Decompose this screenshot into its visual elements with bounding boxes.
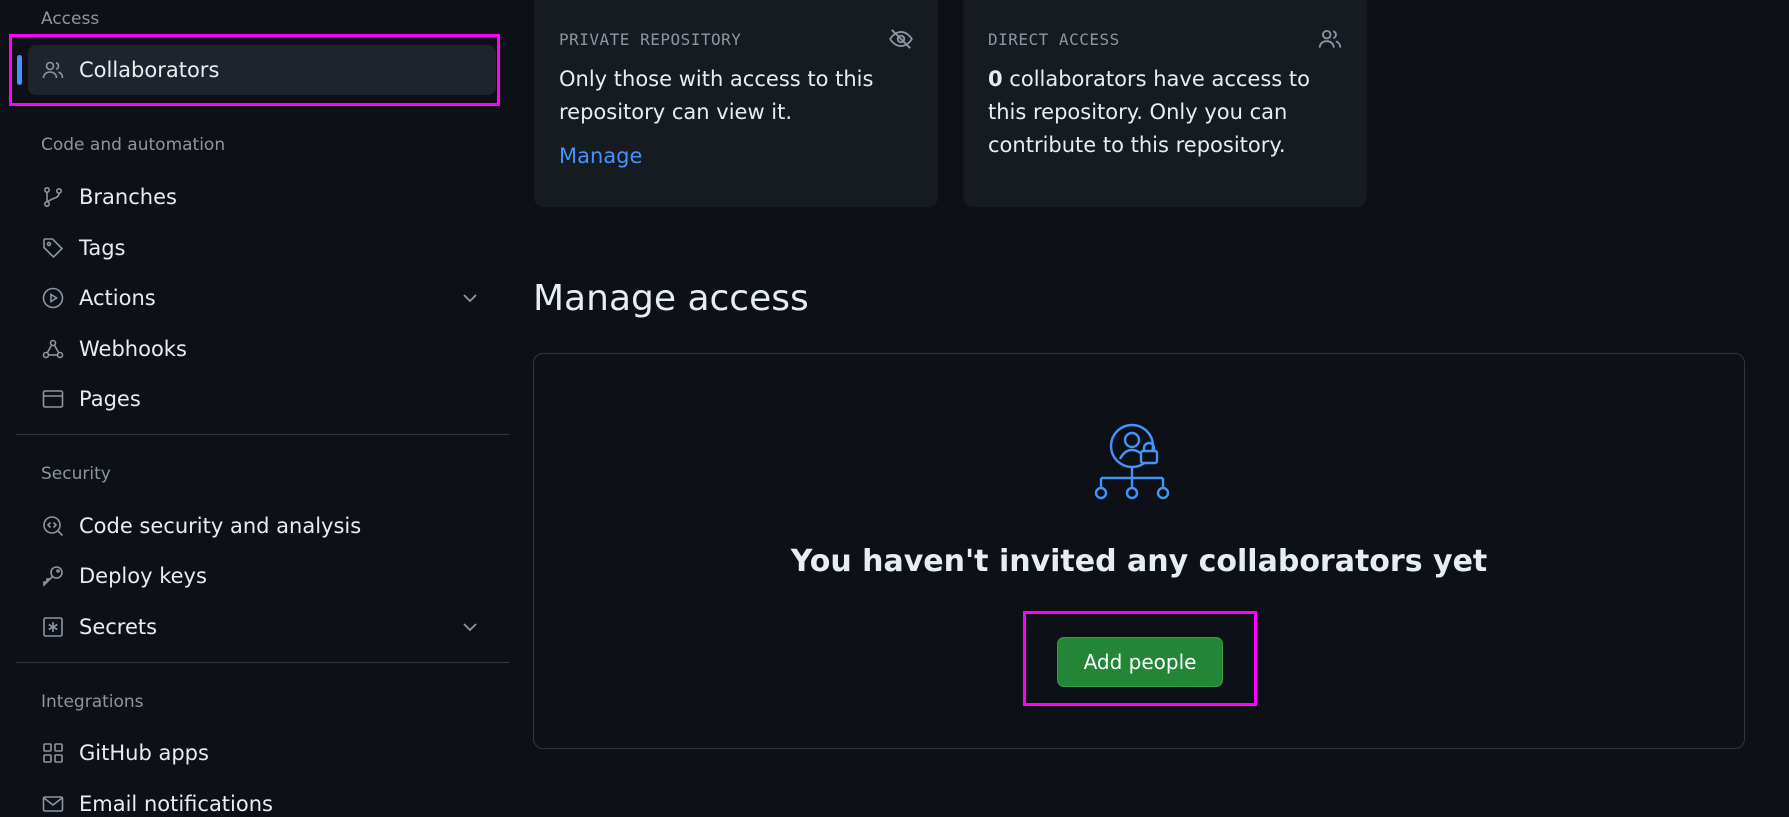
sidebar-item-collaborators[interactable]: Collaborators [17, 45, 496, 95]
add-people-button[interactable]: Add people [1057, 637, 1223, 687]
key-icon [40, 563, 66, 589]
sidebar-item-github-apps[interactable]: GitHub apps [28, 728, 496, 778]
sidebar-item-label: Collaborators [79, 58, 220, 82]
private-repository-card: PRIVATE REPOSITORY Only those with acces… [534, 0, 938, 207]
chevron-down-icon[interactable] [460, 617, 480, 641]
branch-icon [40, 184, 66, 210]
sidebar-item-code-security[interactable]: Code security and analysis [28, 501, 496, 551]
sidebar-item-label: Branches [79, 185, 177, 209]
group-title-code-automation: Code and automation [41, 135, 226, 155]
sidebar-item-actions[interactable]: Actions [28, 273, 496, 323]
sidebar-item-email-notifications[interactable]: Email notifications [28, 779, 496, 817]
group-title-access: Access [41, 9, 100, 29]
people-icon [40, 57, 66, 83]
play-circle-icon [40, 285, 66, 311]
apps-grid-icon [40, 740, 66, 766]
sidebar-item-label: Webhooks [79, 337, 187, 361]
card-title: DIRECT ACCESS [988, 30, 1120, 49]
people-icon [1317, 26, 1343, 56]
page-title: Manage access [533, 278, 809, 319]
group-title-integrations: Integrations [41, 692, 144, 712]
tag-icon [40, 235, 66, 261]
asterisk-box-icon [40, 614, 66, 640]
webhook-icon [40, 336, 66, 362]
active-indicator [17, 55, 22, 85]
sidebar-item-tags[interactable]: Tags [28, 223, 496, 273]
sidebar-item-label: Email notifications [79, 792, 273, 816]
chevron-down-icon[interactable] [460, 288, 480, 312]
card-body: Only those with access to this repositor… [559, 67, 874, 124]
direct-access-card: DIRECT ACCESS 0 collaborators have acces… [963, 0, 1367, 207]
sidebar-item-label: Tags [79, 236, 126, 260]
sidebar-item-branches[interactable]: Branches [28, 172, 496, 222]
manage-access-panel: You haven't invited any collaborators ye… [533, 353, 1745, 749]
sidebar-item-label: Pages [79, 387, 141, 411]
mail-icon [40, 791, 66, 817]
sidebar-item-label: Actions [79, 286, 156, 310]
card-body: 0 collaborators have access to this repo… [988, 63, 1348, 162]
manage-link[interactable]: Manage [559, 144, 642, 168]
sidebar-item-webhooks[interactable]: Webhooks [28, 324, 496, 374]
sidebar-item-label: Deploy keys [79, 564, 207, 588]
sidebar-item-label: Secrets [79, 615, 158, 639]
collaborator-count: 0 [988, 67, 1003, 91]
settings-page: Access Collaborators Code and automation… [0, 0, 1789, 817]
empty-state-message: You haven't invited any collaborators ye… [790, 544, 1488, 579]
sidebar-item-deploy-keys[interactable]: Deploy keys [28, 551, 496, 601]
sidebar-item-pages[interactable]: Pages [28, 374, 496, 424]
sidebar-item-secrets[interactable]: Secrets [28, 602, 496, 652]
sidebar-divider [16, 662, 509, 663]
sidebar-item-label: GitHub apps [79, 741, 209, 765]
collaborators-lock-icon [1094, 423, 1170, 500]
card-title: PRIVATE REPOSITORY [559, 30, 742, 49]
eye-closed-icon [888, 26, 914, 56]
browser-icon [40, 386, 66, 412]
code-scan-icon [40, 513, 66, 539]
group-title-security: Security [41, 464, 111, 484]
card-body-text: collaborators have access to this reposi… [988, 67, 1310, 157]
settings-sidebar: Access Collaborators Code and automation… [0, 0, 510, 817]
sidebar-divider [16, 434, 509, 435]
sidebar-item-label: Code security and analysis [79, 514, 362, 538]
